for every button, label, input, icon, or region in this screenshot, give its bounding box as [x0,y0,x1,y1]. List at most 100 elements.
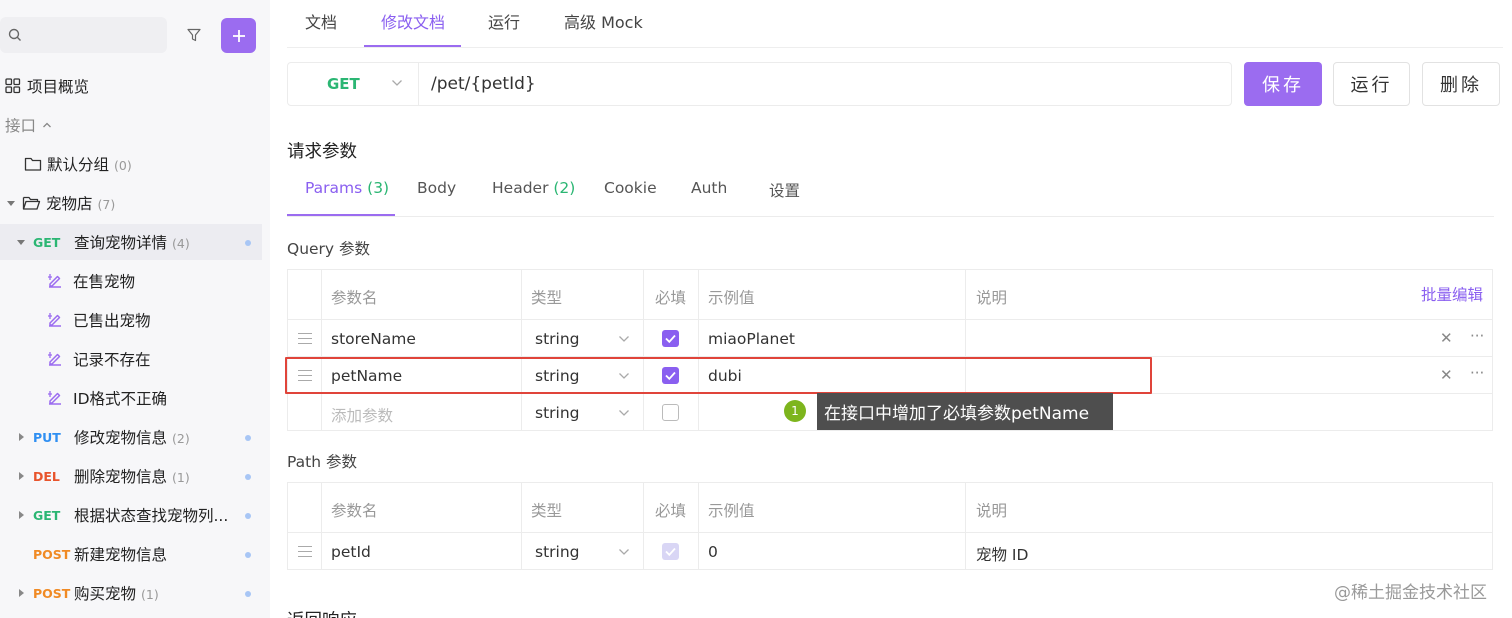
description-input[interactable]: 宠物 ID [976,543,1028,565]
endpoint-label: 删除宠物信息 [74,468,168,486]
annotation-tooltip: 在接口中增加了必填参数petName [817,393,1113,430]
filter-button[interactable] [176,17,212,53]
case-label: 在售宠物 [73,273,136,291]
example-input[interactable]: 0 [708,543,718,561]
method-badge: DEL [33,468,60,484]
search-input[interactable] [0,17,167,53]
more-icon[interactable]: ··· [1470,327,1484,345]
method-badge: POST [33,585,71,601]
case-label: 已售出宠物 [73,312,151,330]
bulk-edit-link[interactable]: 批量编辑 [1421,283,1483,305]
required-checkbox[interactable] [662,404,679,421]
grid-icon [5,78,21,94]
col-header-desc: 说明 [976,502,1008,520]
annotation-number: 1 [784,400,806,422]
caret-right-icon [19,511,24,519]
tab-run[interactable]: 运行 [488,9,520,33]
filter-icon [187,28,201,42]
chevron-up-icon [43,122,51,128]
sidebar-case-not-found[interactable]: 记录不存在 [0,341,270,377]
endpoint-count: (1) [141,586,159,602]
tab-label: Header [492,179,549,197]
tab-params[interactable]: Params (3) [305,179,389,197]
sidebar-section-interfaces[interactable]: 接口 [0,107,270,143]
col-header-example: 示例值 [708,289,755,307]
tab-edit-doc[interactable]: 修改文档 [381,9,445,33]
sidebar-case-bad-id[interactable]: ID格式不正确 [0,380,270,416]
col-header-type: 类型 [531,289,563,307]
sidebar-item-put-pet[interactable]: PUT 修改宠物信息 (2) [0,419,270,455]
folder-icon [24,157,42,171]
sidebar-folder-default[interactable]: 默认分组 (0) [0,146,270,182]
col-header-name: 参数名 [331,289,378,307]
add-param-input[interactable]: 添加参数 [331,404,393,426]
tab-cookie[interactable]: Cookie [604,179,657,197]
folder-open-icon [22,196,41,210]
sidebar-item-post-buy[interactable]: POST 购买宠物 (1) [0,575,270,611]
tab-doc[interactable]: 文档 [305,9,337,33]
sidebar-case-on-sale[interactable]: 在售宠物 [0,263,270,299]
sidebar: 项目概览 接口 默认分组 (0) 宠物店 (7) GET 查询宠物详情 (4) … [0,0,270,618]
method-value: GET [327,75,360,93]
param-type-select[interactable]: string [535,330,580,348]
caret-right-icon [19,433,24,441]
sidebar-case-sold[interactable]: 已售出宠物 [0,302,270,338]
case-label: ID格式不正确 [73,390,168,408]
param-name-input[interactable]: petId [331,543,371,561]
query-params-title: Query 参数 [287,240,371,258]
chevron-down-icon [392,80,402,86]
folder-label: 宠物店 [46,195,93,213]
tab-advanced-mock[interactable]: 高级 Mock [564,9,643,33]
sidebar-item-get-pet-detail[interactable]: GET 查询宠物详情 (4) [0,224,262,260]
param-type-select[interactable]: string [535,404,580,422]
endpoint-label: 新建宠物信息 [74,546,168,564]
chevron-down-icon [619,410,629,416]
status-dot [245,591,251,597]
method-select[interactable]: GET [288,63,419,105]
status-dot [245,513,251,519]
save-button[interactable]: 保存 [1244,62,1322,106]
col-header-type: 类型 [531,502,563,520]
run-button[interactable]: 运行 [1333,62,1410,106]
case-edit-icon [48,391,61,405]
status-dot [245,240,251,246]
tab-settings[interactable]: 设置 [769,179,800,201]
path-params-table: 参数名 类型 必填 示例值 说明 petId string 0 宠物 ID [287,482,1493,570]
required-checkbox[interactable] [662,330,679,347]
method-badge: POST [33,546,71,562]
case-edit-icon [48,313,61,327]
sidebar-item-get-by-status[interactable]: GET 根据状态查找宠物列... [0,497,270,533]
param-name-input[interactable]: storeName [331,330,416,348]
tab-badge: (2) [553,179,576,197]
sidebar-item-overview[interactable]: 项目概览 [0,68,270,104]
divider [287,216,1494,217]
remove-row-icon[interactable]: ✕ [1440,366,1453,384]
folder-count: (7) [97,196,116,212]
drag-handle-icon[interactable] [298,333,312,348]
sidebar-item-post-new[interactable]: POST 新建宠物信息 [0,536,270,572]
url-input[interactable]: /pet/{petId} [431,74,536,94]
required-checkbox [662,543,679,560]
tab-badge: (3) [367,179,390,197]
status-dot [245,552,251,558]
case-edit-icon [48,274,61,288]
response-section-title: 返回响应 [287,607,357,618]
col-header-desc: 说明 [976,289,1008,307]
tab-body[interactable]: Body [417,179,456,197]
method-badge: GET [33,234,61,250]
plus-icon [232,29,245,42]
delete-button[interactable]: 删除 [1422,62,1500,106]
remove-row-icon[interactable]: ✕ [1440,329,1453,347]
sidebar-folder-petstore[interactable]: 宠物店 (7) [0,185,270,221]
col-header-name: 参数名 [331,502,378,520]
tab-header[interactable]: Header (2) [492,179,575,197]
add-button[interactable] [221,18,256,53]
tab-auth[interactable]: Auth [691,179,727,197]
case-label: 记录不存在 [73,351,151,369]
caret-down-icon [17,239,25,245]
more-icon[interactable]: ··· [1470,364,1484,382]
example-input[interactable]: miaoPlanet [708,330,795,348]
highlight-box [285,357,1152,394]
param-type-select[interactable]: string [535,543,580,561]
sidebar-item-del-pet[interactable]: DEL 删除宠物信息 (1) [0,458,270,494]
